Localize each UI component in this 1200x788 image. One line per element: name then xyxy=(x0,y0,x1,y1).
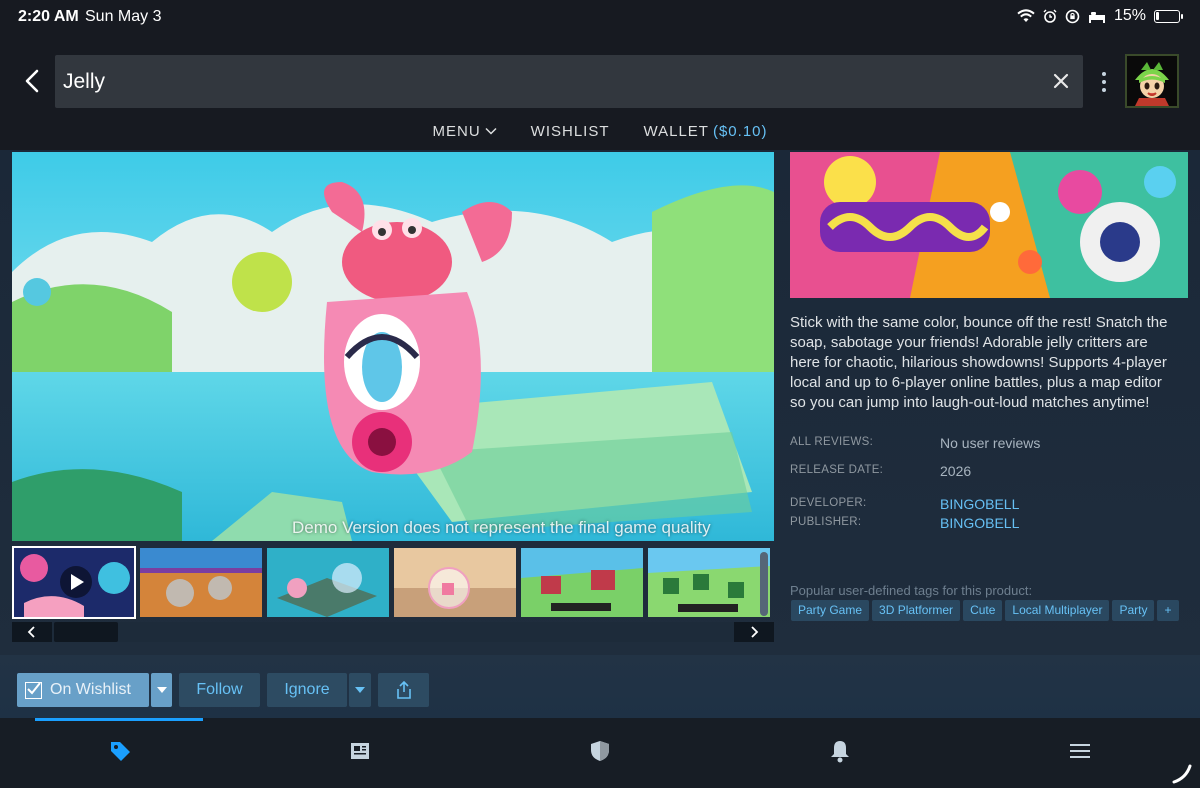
tab-news[interactable] xyxy=(347,738,373,764)
wallet-balance: ($0.10) xyxy=(712,122,768,140)
scroll-left-button[interactable] xyxy=(12,622,52,642)
chevron-right-icon xyxy=(751,626,759,638)
follow-button[interactable]: Follow xyxy=(179,673,260,707)
news-icon xyxy=(351,743,369,759)
thumbnail-screenshot[interactable] xyxy=(648,548,770,617)
tab-store[interactable] xyxy=(107,738,133,764)
screenshot-thumbnail-image xyxy=(140,548,262,617)
tag-list: Party Game 3D Platformer Cute Local Mult… xyxy=(791,600,1179,621)
avatar-image xyxy=(1127,56,1177,106)
developer-link[interactable]: BINGOBELL xyxy=(940,496,1019,512)
kebab-menu-icon xyxy=(1102,72,1106,92)
jelly-bubble-logo-art xyxy=(790,152,1188,298)
publisher-label: PUBLISHER: xyxy=(790,516,862,528)
nav-menu-label: MENU xyxy=(432,122,481,140)
tag-item[interactable]: Cute xyxy=(963,600,1003,621)
chevron-left-icon xyxy=(27,626,35,638)
clear-search-button[interactable] xyxy=(1049,69,1073,93)
ignore-button[interactable]: Ignore xyxy=(267,673,347,707)
chevron-down-icon xyxy=(485,127,497,135)
scroll-right-button[interactable] xyxy=(734,622,774,642)
checkbox-checked-icon xyxy=(25,681,42,699)
thumbnail-scroll-indicator xyxy=(760,552,768,616)
thumbnail-strip xyxy=(12,546,774,619)
tab-guard[interactable] xyxy=(587,738,613,764)
reviews-value: No user reviews xyxy=(940,435,1041,451)
status-date: Sun May 3 xyxy=(85,8,162,25)
notifications-bell-icon xyxy=(831,741,849,763)
status-bar: 2:20 AM Sun May 3 15% xyxy=(0,0,1200,34)
battery-icon xyxy=(1154,9,1183,23)
chevron-left-icon xyxy=(25,69,39,93)
tag-item[interactable]: Party xyxy=(1112,600,1155,621)
game-description: Stick with the same color, bounce off th… xyxy=(790,314,1168,411)
store-nav-menu: MENU WISHLIST WALLET ($0.10) xyxy=(0,118,1200,144)
reviews-label: ALL REVIEWS: xyxy=(790,436,874,448)
tab-notifications[interactable] xyxy=(827,738,853,764)
developer-label: DEVELOPER: xyxy=(790,497,867,509)
scrollbar-handle[interactable] xyxy=(54,622,118,642)
game-capsule-art xyxy=(790,152,1188,298)
store-tag-icon xyxy=(111,742,130,761)
share-icon xyxy=(396,681,411,699)
guard-shield-icon xyxy=(591,741,609,761)
screenshot-thumbnail-image xyxy=(267,548,389,617)
thumbnail-screenshot[interactable] xyxy=(521,548,643,617)
screenshot-thumbnail-image xyxy=(521,548,643,617)
sleep-bed-icon xyxy=(1088,11,1105,23)
alarm-icon xyxy=(1043,9,1057,23)
tag-item[interactable]: 3D Platformer xyxy=(872,600,961,621)
menu-hamburger-icon xyxy=(1070,744,1090,758)
nav-wallet-label: WALLET xyxy=(643,122,709,140)
ignore-label: Ignore xyxy=(284,681,330,698)
tags-label: Popular user-defined tags for this produ… xyxy=(790,583,1033,598)
more-options-button[interactable] xyxy=(1097,70,1111,94)
wifi-icon xyxy=(1017,9,1035,22)
release-date-value: 2026 xyxy=(940,463,972,479)
search-input[interactable] xyxy=(63,55,1043,108)
search-box xyxy=(55,55,1083,108)
status-time: 2:20 AM xyxy=(18,8,79,25)
thumbnail-screenshot[interactable] xyxy=(140,548,262,617)
thumbnail-video[interactable] xyxy=(12,546,136,619)
tag-item[interactable]: Local Multiplayer xyxy=(1005,600,1110,621)
wishlist-dropdown-button[interactable] xyxy=(151,673,172,707)
user-avatar[interactable] xyxy=(1125,54,1179,108)
share-button[interactable] xyxy=(378,673,429,707)
orientation-lock-icon xyxy=(1065,9,1080,23)
nav-wallet-link[interactable]: WALLET ($0.10) xyxy=(644,118,768,144)
battery-level-fill xyxy=(1156,11,1159,20)
tag-item[interactable]: Party Game xyxy=(791,600,870,621)
on-wishlist-label: On Wishlist xyxy=(50,681,131,698)
status-icons: 15% xyxy=(1017,7,1183,25)
caret-down-icon xyxy=(156,687,167,693)
tab-menu[interactable] xyxy=(1067,738,1093,764)
caret-down-icon xyxy=(355,687,365,693)
thumbnail-scrollbar-track[interactable] xyxy=(12,622,774,642)
battery-percent: 15% xyxy=(1113,7,1146,24)
back-button[interactable] xyxy=(18,66,48,96)
nav-wishlist-link[interactable]: WISHLIST xyxy=(531,118,610,144)
tag-more-button[interactable]: + xyxy=(1157,600,1179,621)
screenshot-thumbnail-image xyxy=(394,548,516,617)
follow-label: Follow xyxy=(196,681,243,698)
game-trailer-frame xyxy=(12,152,774,541)
video-thumbnail-image xyxy=(14,548,134,617)
screenshot-thumbnail-image xyxy=(648,548,770,617)
video-caption: Demo Version does not represent the fina… xyxy=(292,518,711,537)
thumbnail-screenshot[interactable] xyxy=(267,548,389,617)
main-video-player[interactable]: Demo Version does not represent the fina… xyxy=(12,152,774,541)
nav-wishlist-label: WISHLIST xyxy=(530,122,610,140)
active-tab-indicator xyxy=(35,718,203,721)
ignore-dropdown-button[interactable] xyxy=(349,673,371,707)
thumbnail-screenshot[interactable] xyxy=(394,548,516,617)
home-indicator-corner-icon xyxy=(1172,764,1192,784)
nav-menu-dropdown[interactable]: MENU xyxy=(432,118,497,144)
close-icon xyxy=(1053,73,1069,89)
publisher-link[interactable]: BINGOBELL xyxy=(940,515,1019,531)
on-wishlist-button[interactable]: On Wishlist xyxy=(17,673,149,707)
release-date-label: RELEASE DATE: xyxy=(790,464,884,476)
